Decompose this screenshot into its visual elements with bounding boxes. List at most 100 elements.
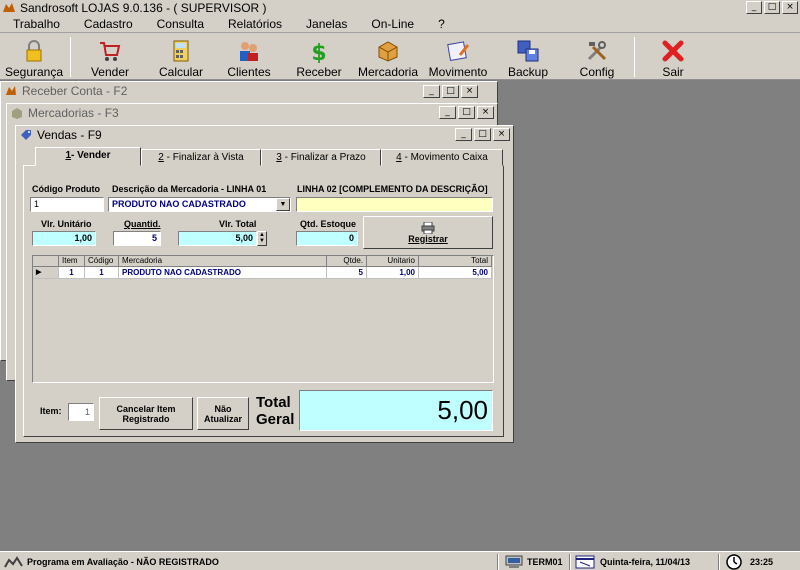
- clock-icon: [726, 554, 742, 570]
- receber-minimize-button[interactable]: _: [423, 85, 440, 98]
- printer-icon: [421, 221, 435, 234]
- app-logo-icon: [3, 3, 15, 12]
- toolbar: Segurança Vender Calcular Clientes $ Rec…: [0, 33, 800, 80]
- grid-header-total[interactable]: Total: [419, 256, 492, 267]
- cell-codigo: 1: [85, 267, 119, 279]
- vlr-total-spinner[interactable]: ▲ ▼: [257, 231, 267, 246]
- total-geral-value: 5,00: [299, 390, 493, 431]
- toolbar-clientes-button[interactable]: Clientes: [220, 35, 278, 79]
- status-bar: Programa em Avaliação - NÃO REGISTRADO T…: [0, 551, 800, 570]
- grid-header-qtde[interactable]: Qtde.: [327, 256, 367, 267]
- cell-mercadoria: PRODUTO NAO CADASTRADO: [119, 267, 327, 279]
- grid-header-unitario[interactable]: Unitario: [367, 256, 419, 267]
- status-terminal: TERM01: [505, 554, 563, 570]
- menu-cadastro[interactable]: Cadastro: [71, 16, 144, 32]
- toolbar-calcular-button[interactable]: Calcular: [150, 35, 212, 79]
- tab-finalizar-vista[interactable]: 2 - Finalizar à Vista: [141, 149, 261, 166]
- cart-icon: [100, 42, 121, 61]
- total-geral-label: Total Geral: [256, 394, 295, 428]
- tab-vender[interactable]: 1- Vender: [35, 147, 141, 166]
- row-indicator-icon: ▶: [33, 267, 59, 279]
- linha02-input[interactable]: [296, 197, 493, 212]
- exit-x-icon: [662, 40, 684, 62]
- vendas-title-bar[interactable]: Vendas - F9: [16, 126, 513, 144]
- vlr-total-input[interactable]: 5,00: [178, 231, 257, 246]
- toolbar-receber-button[interactable]: $ Receber: [290, 35, 348, 79]
- vlr-unitario-input[interactable]: 1,00: [32, 231, 96, 246]
- item-number-input[interactable]: 1: [68, 403, 94, 421]
- chevron-down-icon[interactable]: ▼: [276, 198, 290, 211]
- toolbar-config-button[interactable]: Config: [568, 35, 626, 79]
- receber-close-button[interactable]: ×: [461, 85, 478, 98]
- mercadorias-maximize-button[interactable]: □: [458, 106, 475, 119]
- qtd-estoque-label: Qtd. Estoque: [300, 219, 356, 229]
- vendas-minimize-button[interactable]: _: [455, 128, 472, 141]
- toolbar-mercadoria-button[interactable]: Mercadoria: [356, 35, 420, 79]
- nao-atualizar-button[interactable]: Não Atualizar: [197, 397, 249, 430]
- box-icon: [12, 108, 22, 119]
- grid-header: Item Código Mercadoria Qtde. Unitario To…: [33, 256, 492, 267]
- codigo-produto-input[interactable]: 1: [30, 197, 104, 212]
- status-date: Quinta-feira, 11/04/13: [575, 554, 690, 570]
- dollar-icon: $: [311, 41, 326, 63]
- close-button[interactable]: ×: [782, 1, 798, 14]
- quantidade-label: Quantid.: [124, 219, 161, 229]
- mercadorias-title-bar[interactable]: Mercadorias - F3: [7, 104, 497, 122]
- codigo-produto-label: Código Produto: [32, 184, 100, 194]
- computer-icon: [505, 555, 523, 568]
- grid-header-indicator: [33, 256, 59, 267]
- mercadorias-minimize-button[interactable]: _: [439, 106, 456, 119]
- menu-janelas[interactable]: Janelas: [293, 16, 358, 32]
- maximize-button[interactable]: □: [764, 1, 780, 14]
- menu-consulta[interactable]: Consulta: [144, 16, 215, 32]
- lock-icon: [26, 40, 42, 62]
- cell-item: 1: [59, 267, 85, 279]
- grid-header-item[interactable]: Item: [59, 256, 85, 267]
- vendas-maximize-button[interactable]: □: [474, 128, 491, 141]
- chart-icon: [4, 556, 23, 568]
- grid-header-codigo[interactable]: Código: [85, 256, 119, 267]
- items-grid[interactable]: Item Código Mercadoria Qtde. Unitario To…: [32, 255, 494, 383]
- linha02-label: LINHA 02 [COMPLEMENTO DA DESCRIÇÃO]: [297, 184, 488, 194]
- ledger-icon: [447, 41, 470, 62]
- quantidade-input[interactable]: 5: [113, 231, 161, 246]
- tag-icon: [21, 130, 31, 140]
- grid-header-mercadoria[interactable]: Mercadoria: [119, 256, 327, 267]
- receber-maximize-button[interactable]: □: [442, 85, 459, 98]
- registrar-button[interactable]: Registrar: [363, 216, 493, 249]
- vlr-total-label: Vlr. Total: [219, 219, 257, 229]
- menu-trabalho[interactable]: Trabalho: [0, 16, 71, 32]
- tab-movimento-caixa[interactable]: 4 - Movimento Caixa: [381, 149, 503, 166]
- mercadorias-close-button[interactable]: ×: [477, 106, 494, 119]
- cell-total: 5,00: [419, 267, 492, 279]
- toolbar-vender-button[interactable]: Vender: [80, 35, 140, 79]
- qtd-estoque-value: 0: [296, 231, 358, 246]
- menu-bar: Trabalho Cadastro Consulta Relatórios Ja…: [0, 16, 800, 33]
- tab-strip: 1- Vender 2 - Finalizar à Vista 3 - Fina…: [35, 147, 503, 166]
- menu-help[interactable]: ?: [425, 16, 456, 32]
- vendas-close-button[interactable]: ×: [493, 128, 510, 141]
- minimize-button[interactable]: _: [746, 1, 762, 14]
- menu-online[interactable]: On-Line: [358, 16, 425, 32]
- toolbar-movimento-button[interactable]: Movimento: [426, 35, 490, 79]
- cell-qtde: 5: [327, 267, 367, 279]
- table-row[interactable]: ▶ 1 1 PRODUTO NAO CADASTRADO 5 1,00 5,00: [33, 267, 492, 279]
- window-icon: [6, 86, 16, 95]
- item-label: Item:: [40, 406, 62, 416]
- calculator-icon: [173, 40, 189, 62]
- box-icon: [378, 41, 398, 62]
- calendar-icon: [575, 555, 595, 569]
- toolbar-seguranca-button[interactable]: Segurança: [2, 35, 66, 79]
- descricao-label: Descrição da Mercadoria - LINHA 01: [112, 184, 267, 194]
- app-title: Sandrosoft LOJAS 9.0.136 - ( SUPERVISOR …: [20, 1, 267, 15]
- toolbar-backup-button[interactable]: Backup: [500, 35, 556, 79]
- svg-text:$: $: [311, 41, 326, 63]
- toolbar-sair-button[interactable]: Sair: [646, 35, 700, 79]
- cancelar-item-button[interactable]: Cancelar Item Registrado: [99, 397, 193, 430]
- tools-icon: [587, 41, 607, 61]
- menu-relatorios[interactable]: Relatórios: [215, 16, 293, 32]
- tab-finalizar-prazo[interactable]: 3 - Finalizar a Prazo: [261, 149, 381, 166]
- vlr-unitario-label: Vlr. Unitário: [41, 219, 92, 229]
- descricao-select[interactable]: PRODUTO NAO CADASTRADO: [108, 197, 291, 212]
- floppy-icon: [517, 40, 539, 62]
